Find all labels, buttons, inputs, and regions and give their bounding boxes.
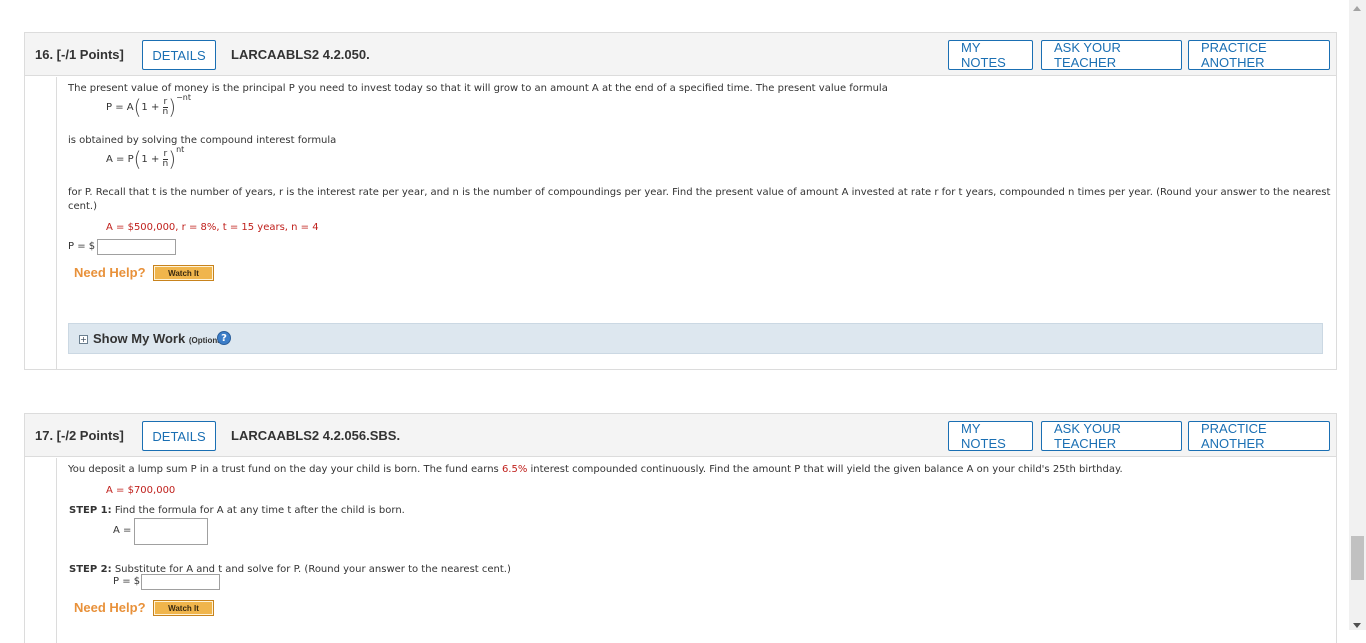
question-intro: You deposit a lump sum P in a trust fund… (68, 464, 1123, 475)
practice-another-button[interactable]: PRACTICE ANOTHER (1188, 421, 1330, 451)
step-1-answer-label: A = (113, 525, 132, 536)
step-1-answer-input[interactable] (134, 518, 208, 545)
show-my-work-label: Show My Work (93, 331, 186, 346)
question-17-body: You deposit a lump sum P in a trust fund… (56, 458, 1336, 643)
problem-code: LARCAABLS2 4.2.056.SBS. (231, 428, 401, 443)
answer-input[interactable] (97, 239, 176, 255)
question-16-card: 16. [-/1 Points] DETAILS LARCAABLS2 4.2.… (24, 32, 1337, 370)
watch-it-button[interactable]: Watch It (153, 600, 214, 616)
question-17-card: 17. [-/2 Points] DETAILS LARCAABLS2 4.2.… (24, 413, 1337, 643)
practice-another-button[interactable]: PRACTICE ANOTHER (1188, 40, 1330, 70)
watch-it-button[interactable]: Watch It (153, 265, 214, 281)
my-notes-button[interactable]: MY NOTES (948, 40, 1033, 70)
question-number: 16. [-/1 Points] (35, 47, 124, 62)
scroll-down-icon[interactable] (1353, 623, 1361, 628)
question-16-body: The present value of money is the princi… (56, 77, 1336, 369)
scroll-up-icon[interactable] (1353, 6, 1361, 11)
obtained-text: is obtained by solving the compound inte… (68, 135, 337, 146)
question-number: 17. [-/2 Points] (35, 428, 124, 443)
need-help-label: Need Help? (74, 265, 146, 280)
step-2-text: STEP 2: Substitute for A and t and solve… (69, 564, 511, 575)
ask-teacher-button[interactable]: ASK YOUR TEACHER (1041, 421, 1182, 451)
question-16-header: 16. [-/1 Points] DETAILS LARCAABLS2 4.2.… (25, 33, 1336, 76)
compound-interest-formula: A = P(1 + r n)nt (106, 145, 185, 171)
interest-rate: 6.5% (501, 464, 528, 475)
my-notes-button[interactable]: MY NOTES (948, 421, 1033, 451)
step-2-answer-label: P = $ (113, 576, 141, 587)
ask-teacher-button[interactable]: ASK YOUR TEACHER (1041, 40, 1182, 70)
step-1-text: STEP 1: Find the formula for A at any ti… (69, 505, 405, 516)
instructions-line-1: for P. Recall that t is the number of ye… (68, 187, 1331, 198)
question-17-header: 17. [-/2 Points] DETAILS LARCAABLS2 4.2.… (25, 414, 1336, 457)
help-icon[interactable]: ? (217, 331, 231, 345)
show-my-work-bar[interactable]: + Show My Work (Optional) ? (68, 323, 1323, 354)
need-help-label: Need Help? (74, 600, 146, 615)
expand-icon[interactable]: + (79, 335, 88, 344)
given-values: A = $500,000, r = 8%, t = 15 years, n = … (106, 222, 319, 233)
step-2-answer-input[interactable] (141, 574, 220, 590)
scrollbar-thumb[interactable] (1351, 536, 1364, 580)
answer-label: P = $ (68, 241, 96, 252)
given-values: A = $700,000 (106, 485, 176, 496)
problem-code: LARCAABLS2 4.2.050. (231, 47, 370, 62)
page-scrollbar[interactable] (1349, 0, 1366, 630)
present-value-formula: P = A(1 + r n)−nt (106, 93, 191, 119)
details-button[interactable]: DETAILS (142, 421, 216, 451)
instructions-line-2: cent.) (68, 201, 97, 212)
details-button[interactable]: DETAILS (142, 40, 216, 70)
